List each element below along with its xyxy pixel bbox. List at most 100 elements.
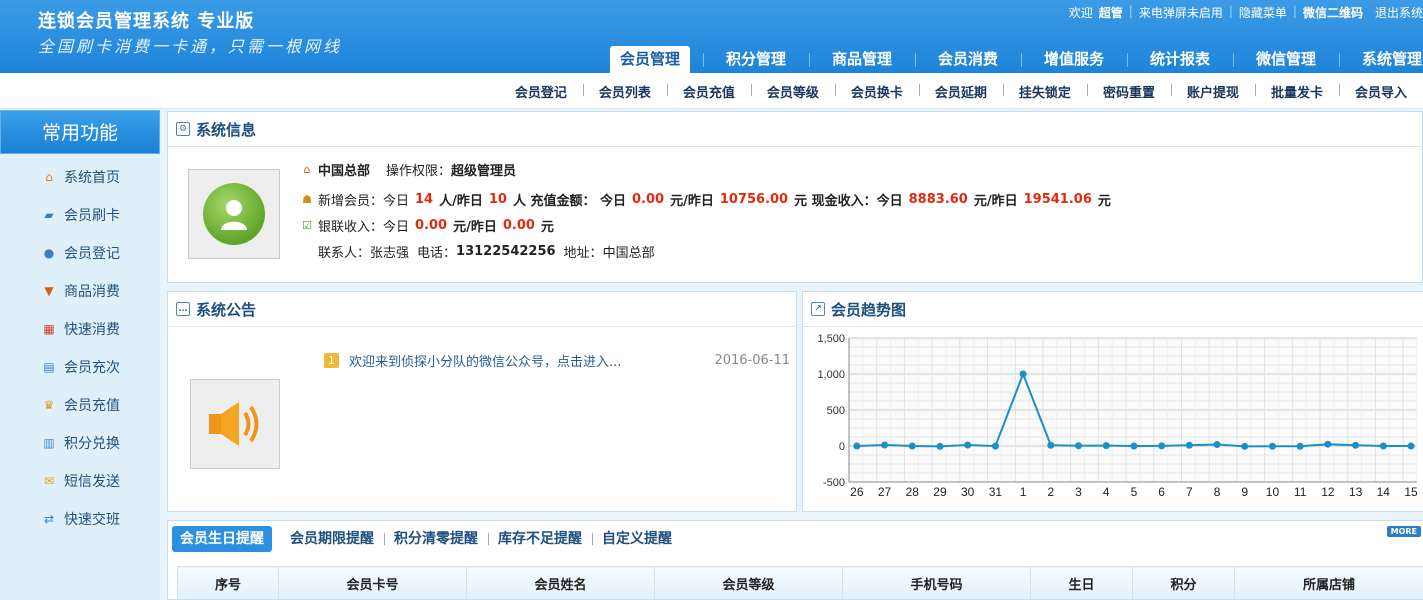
column-header[interactable]: 会员卡号 — [278, 566, 467, 600]
y-tick-label: -500 — [823, 477, 845, 489]
yuan-yesterday-label: 元/昨日 — [453, 219, 497, 235]
subnav-password-reset[interactable]: 密码重置 — [1086, 82, 1171, 101]
subnav-batch-issue[interactable]: 批量发卡 — [1254, 82, 1339, 101]
handover-icon: ⇄ — [43, 512, 55, 526]
unionpay-label: 银联收入：今日 — [318, 219, 410, 235]
users-icon: ● — [43, 246, 55, 260]
sidebar-item-home[interactable]: ⌂ 系统首页 — [0, 158, 160, 196]
subnav-import[interactable]: 会员导入 — [1338, 82, 1423, 101]
notice-link[interactable]: 欢迎来到侦探小分队的微信公众号，点击进入... — [349, 351, 714, 370]
x-tick-label: 30 — [961, 485, 975, 499]
sidebar-item-sms[interactable]: ✉ 短信发送 — [0, 462, 160, 500]
sidebar: 常用功能 ⌂ 系统首页 ▰ 会员刷卡 ● 会员登记 ▼ 商品消费 ▦ 快速消费 ▤ 会员充次… — [0, 110, 160, 600]
trend-header: ↗ 会员趋势图 — [803, 292, 1423, 327]
sidebar-item-product-consume[interactable]: ▼ 商品消费 — [0, 272, 160, 310]
contact-name: 张志强 — [370, 245, 410, 261]
x-tick-label: 26 — [850, 485, 864, 499]
today-cash: 8883.60 — [908, 191, 968, 207]
data-point — [1352, 441, 1360, 449]
data-point — [964, 441, 972, 449]
subnav-member-recharge[interactable]: 会员充值 — [666, 82, 751, 101]
tab-member-consumption[interactable]: 会员消费 — [915, 46, 1021, 73]
x-tick-label: 28 — [906, 485, 920, 499]
sidebar-item-recharge-times[interactable]: ▤ 会员充次 — [0, 348, 160, 386]
tab-system[interactable]: 系统管理 — [1339, 46, 1423, 73]
wechat-qr-link[interactable]: 微信二维码 — [1297, 4, 1369, 21]
tab-points-management[interactable]: 积分管理 — [703, 46, 809, 73]
tab-member-management[interactable]: 会员管理 — [610, 46, 690, 73]
tab-wechat[interactable]: 微信管理 — [1233, 46, 1339, 73]
logout-link[interactable]: 退出系统 — [1369, 4, 1423, 21]
popup-status-link[interactable]: 来电弹屏未启用 — [1133, 4, 1229, 21]
tab-expiry-reminder[interactable]: 会员期限提醒 — [280, 526, 384, 552]
gear-icon: ⚙ — [176, 122, 190, 136]
subnav-withdraw[interactable]: 账户提现 — [1170, 82, 1255, 101]
sidebar-item-quick-consume[interactable]: ▦ 快速消费 — [0, 310, 160, 348]
tab-product-management[interactable]: 商品管理 — [809, 46, 915, 73]
column-header[interactable]: 会员姓名 — [466, 566, 655, 600]
new-members-label: 新增会员：今日 — [318, 193, 410, 209]
sidebar-item-points-exchange[interactable]: ▥ 积分兑换 — [0, 424, 160, 462]
subnav-extend[interactable]: 会员延期 — [918, 82, 1003, 101]
welcome-text: 欢迎 — [1068, 6, 1093, 20]
x-tick-label: 9 — [1241, 485, 1248, 499]
sidebar-item-register[interactable]: ● 会员登记 — [0, 234, 160, 272]
today-recharge: 0.00 — [632, 191, 665, 207]
x-tick-label: 3 — [1075, 485, 1082, 499]
subnav-lock[interactable]: 挂失锁定 — [1002, 82, 1087, 101]
column-header[interactable]: 积分 — [1132, 566, 1235, 600]
home-icon: ⌂ — [303, 162, 311, 176]
data-point — [1047, 441, 1055, 449]
yesterday-label: 人/昨日 — [439, 193, 483, 209]
tab-value-added[interactable]: 增值服务 — [1021, 46, 1127, 73]
user-avatar-icon — [203, 183, 265, 245]
column-header[interactable]: 序号 — [177, 566, 279, 600]
sidebar-item-swipe-card[interactable]: ▰ 会员刷卡 — [0, 196, 160, 234]
column-header[interactable]: 手机号码 — [842, 566, 1031, 600]
top-header: 连锁会员管理系统 专业版 全国刷卡消费一卡通，只需一根网线 欢迎 超管 | 来电… — [0, 0, 1423, 73]
mail-icon: ✉ — [43, 474, 55, 488]
trend-chart-icon: ↗ — [811, 302, 825, 316]
hide-menu-link[interactable]: 隐藏菜单 — [1233, 4, 1293, 21]
data-point — [1379, 442, 1387, 450]
subnav-member-register[interactable]: 会员登记 — [499, 82, 583, 101]
sidebar-item-label: 快速消费 — [64, 322, 120, 338]
column-header[interactable]: 生日 — [1030, 566, 1133, 600]
cup-icon: ▤ — [43, 360, 55, 374]
current-user-link[interactable]: 超管 — [1099, 4, 1129, 21]
recharge-label: 人 充值金额： 今日 — [512, 193, 627, 209]
notice-item[interactable]: 1 欢迎来到侦探小分队的微信公众号，点击进入... 2016-06-11 — [324, 351, 790, 370]
today-new-members: 14 — [415, 191, 434, 207]
sidebar-item-handover[interactable]: ⇄ 快速交班 — [0, 500, 160, 538]
sidebar-item-recharge[interactable]: ♛ 会员充值 — [0, 386, 160, 424]
speaker-image — [190, 379, 280, 469]
tab-birthday-reminder[interactable]: 会员生日提醒 — [172, 526, 272, 552]
tab-custom-reminder[interactable]: 自定义提醒 — [592, 526, 682, 552]
yuan-yesterday-label: 元/昨日 — [973, 193, 1018, 209]
more-button[interactable]: MORE — [1386, 526, 1421, 537]
permission-label: 操作权限： — [386, 163, 452, 179]
x-tick-label: 27 — [878, 485, 892, 499]
sidebar-item-label: 会员充次 — [64, 360, 120, 376]
notice-header: … 系统公告 — [168, 292, 796, 327]
tab-reports[interactable]: 统计报表 — [1127, 46, 1233, 73]
subnav-change-card[interactable]: 会员换卡 — [834, 82, 919, 101]
data-point — [1324, 440, 1332, 448]
data-point — [1158, 442, 1166, 450]
contact-label: 联系人： — [318, 245, 371, 261]
subnav-member-list[interactable]: 会员列表 — [582, 82, 667, 101]
x-tick-label: 14 — [1377, 485, 1391, 499]
yuan-label: 元 — [540, 219, 554, 235]
column-header[interactable]: 所属店铺 — [1234, 566, 1423, 600]
tab-low-stock-reminder[interactable]: 库存不足提醒 — [488, 526, 592, 552]
data-point — [936, 442, 944, 450]
crown-icon: ♛ — [43, 398, 55, 412]
tab-points-clear-reminder[interactable]: 积分清零提醒 — [384, 526, 488, 552]
app-slogan: 全国刷卡消费一卡通，只需一根网线 — [38, 37, 343, 56]
subnav-member-level[interactable]: 会员等级 — [750, 82, 835, 101]
yesterday-unionpay: 0.00 — [502, 217, 535, 233]
x-tick-label: 1 — [1020, 485, 1027, 499]
address-value: 中国总部 — [602, 245, 655, 261]
column-header[interactable]: 会员等级 — [654, 566, 843, 600]
x-tick-label: 11 — [1294, 485, 1307, 499]
